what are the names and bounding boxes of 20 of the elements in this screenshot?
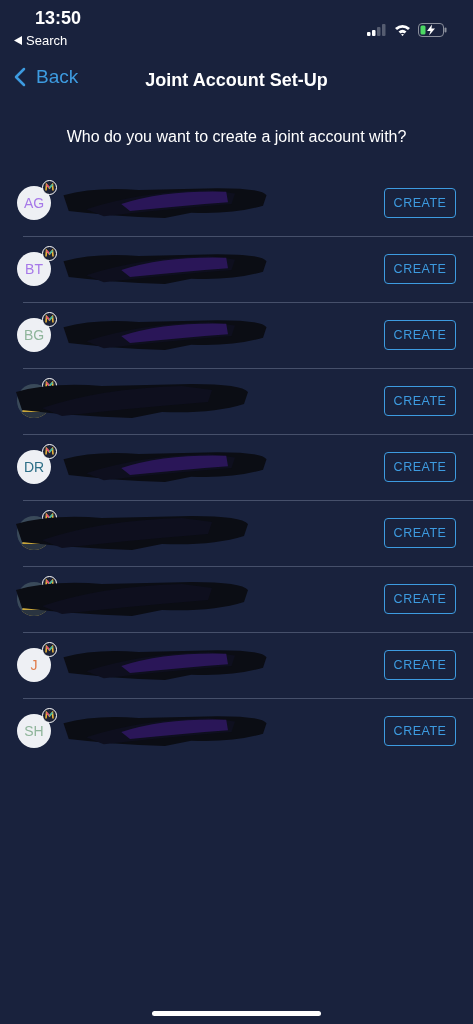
contact-avatar: DR bbox=[17, 450, 51, 484]
contact-avatar: BT bbox=[17, 252, 51, 286]
page-title: Joint Account Set-Up bbox=[145, 69, 328, 91]
create-button[interactable]: CREATE bbox=[384, 518, 456, 548]
back-button[interactable]: Back bbox=[14, 66, 79, 88]
contact-avatar: SH bbox=[17, 714, 51, 748]
create-button[interactable]: CREATE bbox=[384, 320, 456, 350]
create-button[interactable]: CREATE bbox=[384, 188, 456, 218]
back-to-app-link[interactable]: Search bbox=[26, 33, 68, 48]
status-time: 13:50 bbox=[35, 8, 82, 29]
create-button[interactable]: CREATE bbox=[384, 716, 456, 746]
create-button[interactable]: CREATE bbox=[384, 584, 456, 614]
create-button[interactable]: CREATE bbox=[384, 650, 456, 680]
prompt-text: Who do you want to create a joint account with? bbox=[65, 128, 408, 146]
contact-avatar: BG bbox=[17, 318, 51, 352]
create-button[interactable]: CREATE bbox=[384, 254, 456, 284]
contact-avatar: AG bbox=[17, 186, 51, 220]
create-button[interactable]: CREATE bbox=[384, 386, 456, 416]
contact-avatar: J bbox=[17, 648, 51, 682]
create-button[interactable]: CREATE bbox=[384, 452, 456, 482]
